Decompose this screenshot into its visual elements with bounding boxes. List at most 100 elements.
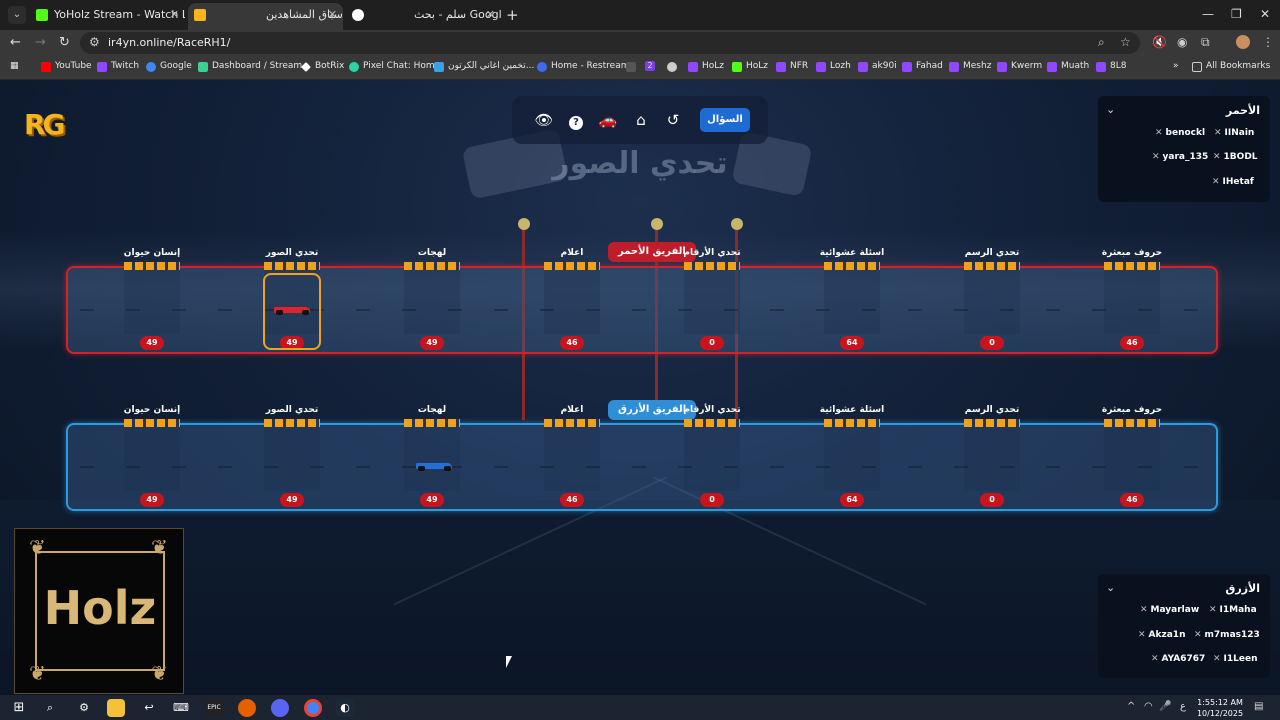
- bookmark-muath[interactable]: Muath: [1047, 61, 1089, 72]
- player-chip[interactable]: ✕ IINain: [1214, 128, 1254, 138]
- home-icon[interactable]: ⌂: [629, 108, 653, 132]
- car-icon[interactable]: 🚗: [596, 108, 620, 132]
- player-chip[interactable]: ✕ I1Leen: [1213, 654, 1258, 664]
- language-indicator[interactable]: ع: [1180, 701, 1186, 712]
- search-icon[interactable]: ⌕: [41, 699, 59, 717]
- question-button[interactable]: السؤال: [700, 108, 750, 132]
- all-bookmarks-button[interactable]: All Bookmarks: [1192, 61, 1270, 72]
- remove-icon[interactable]: ✕: [1212, 177, 1220, 187]
- bookmark-dashboard[interactable]: Dashboard / Stream...: [198, 61, 311, 72]
- bookmark-restream[interactable]: Home - Restream: [537, 61, 629, 72]
- chevron-down-icon[interactable]: ⌄: [1106, 581, 1115, 594]
- bookmark-pixelchat[interactable]: Pixel Chat: Home: [349, 61, 440, 72]
- profile-avatar[interactable]: [1236, 35, 1250, 49]
- bookmark-twitch[interactable]: Twitch: [97, 61, 139, 72]
- bookmark-2[interactable]: 2: [645, 61, 655, 71]
- bookmark-cartoon[interactable]: تخمين اغاني الكرتون...: [434, 61, 534, 72]
- minimize-button[interactable]: —: [1202, 7, 1214, 21]
- file-explorer-icon[interactable]: [107, 699, 125, 717]
- remove-icon[interactable]: ✕: [1152, 152, 1160, 162]
- close-icon[interactable]: ✕: [486, 3, 495, 27]
- back-icon[interactable]: ←: [10, 35, 21, 50]
- bookmark-meshz[interactable]: Meshz: [949, 61, 991, 72]
- new-tab-button[interactable]: +: [506, 6, 519, 24]
- incognito-icon[interactable]: ◉: [1177, 35, 1187, 49]
- wifi-icon[interactable]: ◠: [1144, 701, 1153, 712]
- chevron-down-icon[interactable]: ⌄: [1106, 103, 1115, 116]
- player-chip[interactable]: ✕ I1Maha: [1209, 605, 1257, 615]
- bookmark-ak90i[interactable]: ak90i: [858, 61, 897, 72]
- player-chip[interactable]: ✕ yara_135: [1152, 152, 1208, 162]
- remove-icon[interactable]: ✕: [1155, 128, 1163, 138]
- player-chip[interactable]: ✕ m7mas123: [1194, 630, 1260, 640]
- extensions-icon[interactable]: ⧉: [1201, 35, 1210, 50]
- reload-icon[interactable]: ↻: [59, 35, 70, 50]
- player-chip[interactable]: ✕ Akza1n: [1138, 630, 1185, 640]
- player-chip[interactable]: ✕ benockl: [1155, 128, 1205, 138]
- microphone-icon[interactable]: 🎤: [1159, 701, 1171, 712]
- tab-google[interactable]: سلم - بحث Google ✕: [346, 3, 501, 30]
- remove-icon[interactable]: ✕: [1213, 654, 1221, 664]
- remove-icon[interactable]: ✕: [1209, 605, 1217, 615]
- eye-icon[interactable]: 👁: [532, 108, 556, 132]
- player-chip[interactable]: ✕ Mayarlaw: [1140, 605, 1199, 615]
- remove-icon[interactable]: ✕: [1214, 128, 1222, 138]
- chrome-icon[interactable]: [304, 699, 322, 717]
- help-icon[interactable]: ?: [564, 108, 588, 132]
- station-label: تحدي الصور: [265, 405, 319, 415]
- lane-dash: [770, 466, 784, 468]
- bookmarks-overflow-icon[interactable]: »: [1173, 61, 1179, 71]
- tab-race[interactable]: سباق المشاهدين ✕: [188, 3, 343, 30]
- player-chip[interactable]: ✕ AYA6767: [1151, 654, 1205, 664]
- clock[interactable]: 1:55:12 AM 10/12/2025: [1196, 697, 1244, 719]
- remove-icon[interactable]: ✕: [1140, 605, 1148, 615]
- notifications-icon[interactable]: ▤: [1254, 701, 1263, 712]
- zoom-icon[interactable]: ⌕: [1098, 35, 1105, 50]
- tab-yoholz[interactable]: YoHolz Stream - Watch Live on ✕: [30, 3, 185, 30]
- menu-icon[interactable]: ⋮: [1262, 35, 1274, 49]
- forward-icon[interactable]: →: [35, 35, 46, 50]
- close-icon[interactable]: ✕: [170, 3, 179, 27]
- bookmark-google[interactable]: Google: [146, 61, 192, 72]
- bookmark-label: 8L8: [1110, 61, 1127, 71]
- bookmark-youtube[interactable]: YouTube: [41, 61, 92, 72]
- app-icon[interactable]: ↩: [140, 699, 158, 717]
- bookmark-circle-icon: [667, 62, 677, 72]
- lane-dash: [862, 466, 876, 468]
- bookmark-fahad[interactable]: Fahad: [902, 61, 943, 72]
- remove-icon[interactable]: ✕: [1138, 630, 1146, 640]
- address-bar[interactable]: ⚙ ir4yn.online/RaceRH1/ ⌕ ☆: [80, 32, 1140, 54]
- remove-icon[interactable]: ✕: [1151, 654, 1159, 664]
- player-chip[interactable]: ✕ IHetaf: [1212, 177, 1254, 187]
- discord-icon[interactable]: [271, 699, 289, 717]
- windows-start-icon[interactable]: ⊞: [10, 699, 28, 717]
- site-info-icon[interactable]: ⚙: [89, 35, 100, 49]
- bookmark-8l8[interactable]: 8L8: [1096, 61, 1127, 72]
- bookmark-star-icon[interactable]: ☆: [1120, 35, 1131, 49]
- remove-icon[interactable]: ✕: [1194, 630, 1202, 640]
- close-icon[interactable]: ✕: [328, 3, 337, 27]
- settings-icon[interactable]: ⚙: [75, 699, 93, 717]
- player-chip[interactable]: ✕ 1BODL: [1213, 152, 1258, 162]
- red-car: [270, 305, 314, 315]
- remove-icon[interactable]: ✕: [1213, 152, 1221, 162]
- tab-search-button[interactable]: ⌄: [8, 6, 26, 24]
- lane-dash: [954, 309, 968, 311]
- bookmark-holz-kick[interactable]: HoLz: [732, 61, 768, 72]
- window-close-button[interactable]: ✕: [1260, 7, 1270, 21]
- reset-icon[interactable]: ↺: [661, 108, 685, 132]
- epic-games-icon[interactable]: EPIC: [205, 699, 223, 717]
- firefox-icon[interactable]: [238, 699, 256, 717]
- restore-button[interactable]: ❐: [1231, 7, 1242, 21]
- bookmark-lozh[interactable]: Lozh: [816, 61, 851, 72]
- bookmark-botrix[interactable]: BotRix: [301, 61, 344, 72]
- apps-icon[interactable]: ▦: [10, 61, 19, 71]
- steam-icon[interactable]: ◐: [336, 699, 354, 717]
- bookmark-holz-twitch[interactable]: HoLz: [688, 61, 724, 72]
- bookmark-kwerm[interactable]: Kwerm: [997, 61, 1042, 72]
- keyboard-icon[interactable]: ⌨: [172, 699, 190, 717]
- barrier-stripe: [544, 419, 600, 427]
- mute-tab-icon[interactable]: 🔇: [1152, 35, 1167, 49]
- bookmark-nfr[interactable]: NFR: [776, 61, 808, 72]
- tray-overflow-icon[interactable]: ^: [1127, 701, 1135, 712]
